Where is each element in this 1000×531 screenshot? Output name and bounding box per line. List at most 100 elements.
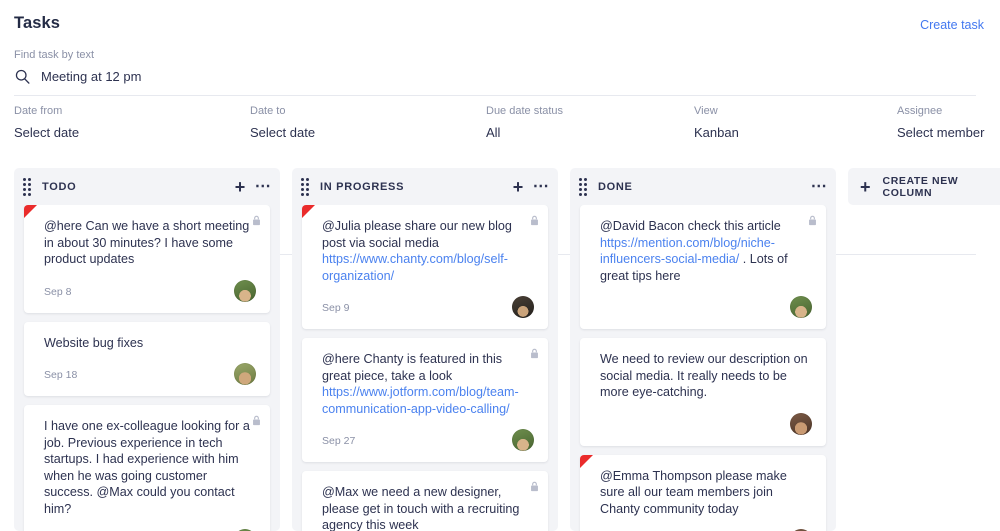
column-header: IN PROGRESS + ⋯: [292, 168, 558, 205]
column-title: DONE: [598, 180, 633, 193]
filter-date-to-value[interactable]: Select date: [250, 125, 315, 140]
plus-icon: +: [234, 176, 246, 197]
filter-date-from-label: Date from: [14, 105, 63, 117]
task-card[interactable]: @here Chanty is featured in this great p…: [302, 338, 548, 462]
overdue-flag-icon: [24, 205, 37, 218]
task-card-date: Sep 9: [322, 302, 350, 314]
plus-icon: +: [860, 176, 871, 197]
column-card-list[interactable]: @Julia please share our new blog post vi…: [292, 205, 558, 531]
filter-due-date-status-value[interactable]: All: [486, 125, 563, 140]
task-card-text: @here Chanty is featured in this great p…: [322, 351, 534, 417]
task-card-footer: Sep 18: [44, 361, 256, 385]
filter-bar: Date from Select date Date to Select dat…: [0, 96, 1000, 255]
search-field-label: Find task by text: [14, 49, 95, 61]
lock-icon: [530, 479, 539, 492]
task-card[interactable]: @Julia please share our new blog post vi…: [302, 205, 548, 329]
task-text-body: @here Can we have a short meeting in abo…: [44, 219, 250, 266]
create-task-button[interactable]: Create task: [920, 18, 984, 32]
task-card-footer: Sep 9: [322, 294, 534, 318]
column-title: IN PROGRESS: [320, 180, 405, 193]
search-row: [14, 68, 976, 85]
kanban-column-done: DONE ⋯ @David Bacon check this article htt…: [570, 168, 836, 531]
assignee-avatar[interactable]: [234, 363, 256, 385]
task-card-date: Sep 18: [44, 369, 78, 381]
task-text-body: I have one ex-colleague looking for a jo…: [44, 419, 250, 516]
column-card-list[interactable]: @here Can we have a short meeting in abo…: [14, 205, 280, 531]
assignee-avatar[interactable]: [512, 296, 534, 318]
task-text-body: @Emma Thompson please make sure all our …: [600, 468, 787, 516]
task-card-footer: Sep 10: [44, 527, 256, 531]
task-card[interactable]: Website bug fixes Sep 18: [24, 321, 270, 396]
task-card[interactable]: I have one ex-colleague looking for a jo…: [24, 405, 270, 531]
filter-date-from-value[interactable]: Select date: [14, 125, 79, 140]
column-options-button[interactable]: ⋯: [250, 177, 272, 197]
lock-icon: [530, 346, 539, 359]
task-card-footer: Sep 8: [600, 527, 812, 531]
filter-due-date-status[interactable]: Due date status All: [486, 105, 563, 140]
more-options-icon: ⋯: [254, 177, 272, 195]
more-options-icon: ⋯: [532, 177, 550, 195]
add-task-button[interactable]: +: [230, 177, 250, 197]
task-text-body: We need to review our description on soc…: [600, 352, 808, 399]
assignee-avatar[interactable]: [790, 296, 812, 318]
task-card-date: Sep 8: [44, 285, 72, 298]
add-task-button[interactable]: +: [508, 177, 528, 197]
task-card-text: @here Can we have a short meeting in abo…: [44, 218, 256, 268]
task-card-footer: [600, 294, 812, 318]
kanban-column-in-progress: IN PROGRESS + ⋯ @Julia please share our new…: [292, 168, 558, 531]
create-new-column-button[interactable]: + CREATE NEW COLUMN: [848, 168, 1000, 205]
filter-assignee-value[interactable]: Select member: [897, 125, 984, 140]
overdue-flag-icon: [302, 205, 315, 218]
drag-handle-icon[interactable]: [23, 177, 31, 196]
assignee-avatar[interactable]: [234, 279, 256, 302]
filter-date-to-label: Date to: [250, 105, 286, 117]
filter-view-label: View: [694, 105, 718, 117]
filter-view[interactable]: View Kanban: [694, 105, 739, 140]
lock-icon: [252, 413, 261, 426]
task-text-body: @David Bacon check this article: [600, 219, 781, 233]
lock-icon: [808, 213, 817, 226]
lock-icon: [252, 213, 261, 226]
task-card-footer: Sep 8: [44, 278, 256, 302]
task-text-body: @Julia please share our new blog post vi…: [322, 219, 512, 250]
page-title: Tasks: [14, 14, 61, 32]
task-card-text: I have one ex-colleague looking for a jo…: [44, 418, 256, 517]
task-card-text: @David Bacon check this article https://…: [600, 218, 812, 284]
task-card[interactable]: @Max we need a new designer, please get …: [302, 471, 548, 531]
filter-date-to[interactable]: Date to Select date: [250, 105, 315, 140]
task-card[interactable]: We need to review our description on soc…: [580, 338, 826, 446]
task-card[interactable]: @here Can we have a short meeting in abo…: [24, 205, 270, 313]
create-new-column-label: CREATE NEW COLUMN: [882, 174, 959, 199]
column-options-button[interactable]: ⋯: [528, 177, 550, 197]
overdue-flag-icon: [580, 454, 593, 468]
search-input[interactable]: [41, 69, 461, 84]
filter-view-value[interactable]: Kanban: [694, 125, 739, 140]
assignee-avatar[interactable]: [790, 412, 812, 435]
drag-handle-icon[interactable]: [579, 177, 587, 196]
filter-due-date-status-label: Due date status: [486, 105, 564, 117]
more-options-icon: ⋯: [810, 177, 828, 195]
plus-icon: +: [512, 176, 524, 197]
task-card-date: Sep 27: [322, 435, 356, 447]
column-options-button[interactable]: ⋯: [806, 177, 828, 197]
task-card-text: @Max we need a new designer, please get …: [322, 484, 534, 531]
filter-date-from[interactable]: Date from Select date: [14, 105, 79, 140]
assignee-avatar[interactable]: [512, 429, 534, 451]
column-card-list[interactable]: @David Bacon check this article https://…: [570, 205, 836, 531]
column-title: TODO: [42, 180, 77, 193]
task-card-text: @Emma Thompson please make sure all our …: [600, 468, 812, 518]
task-card-text: We need to review our description on soc…: [600, 351, 812, 401]
task-card[interactable]: @Emma Thompson please make sure all our …: [580, 454, 826, 531]
task-text-body: @here Chanty is featured in this great p…: [322, 352, 503, 383]
drag-handle-icon[interactable]: [301, 177, 309, 196]
lock-icon: [530, 213, 539, 226]
task-card-link[interactable]: https://www.jotform.com/blog/team-commun…: [322, 385, 519, 416]
task-text-body: Website bug fixes: [44, 335, 144, 350]
filter-assignee-label: Assignee: [897, 105, 943, 117]
task-card-text: Website bug fixes: [44, 335, 256, 352]
kanban-board: TODO + ⋯ @here Can we have a short meeting …: [0, 168, 1000, 531]
filter-assignee[interactable]: Assignee Select member: [897, 105, 984, 140]
task-card-link[interactable]: https://www.chanty.com/blog/self-organiz…: [322, 252, 508, 283]
task-card[interactable]: @David Bacon check this article https://…: [580, 205, 826, 329]
kanban-column-todo: TODO + ⋯ @here Can we have a short meeting …: [14, 168, 280, 531]
